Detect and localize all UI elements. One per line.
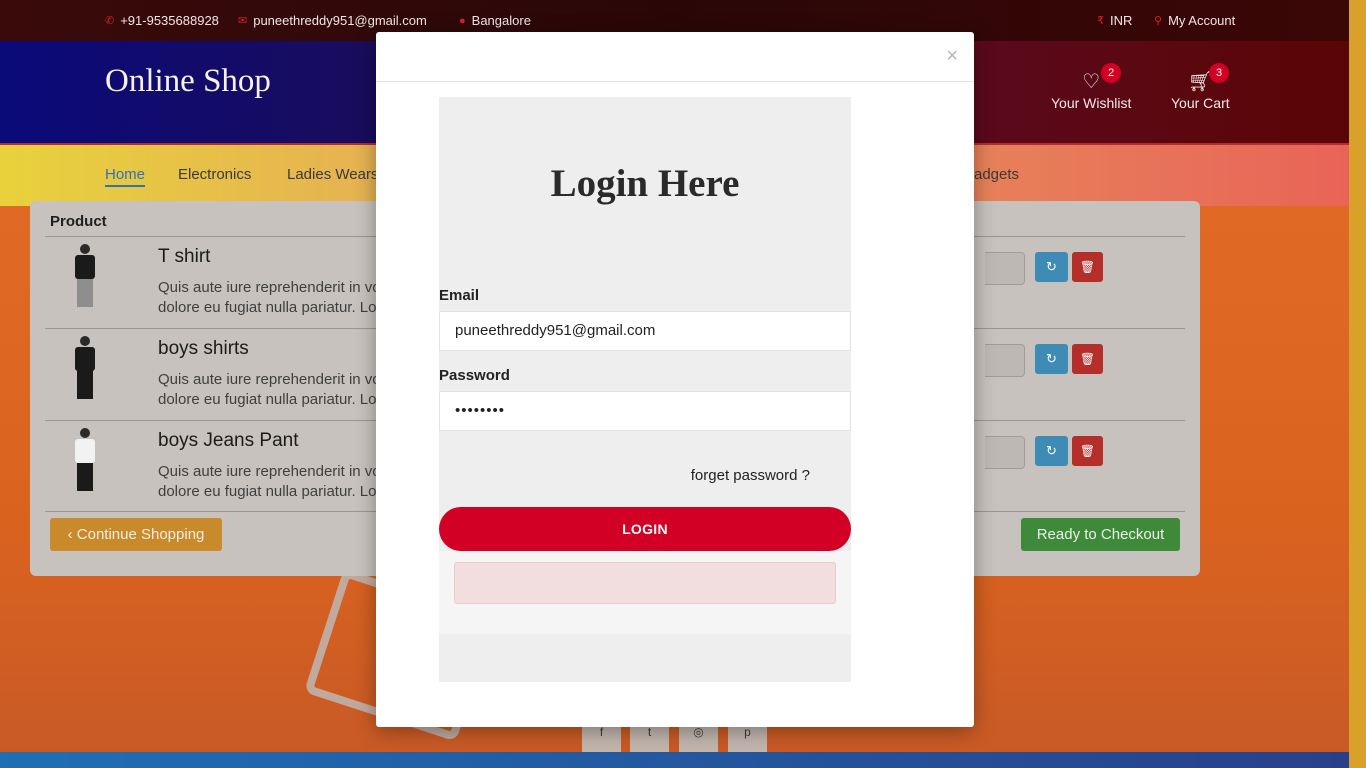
email-label: Email — [439, 287, 480, 304]
forget-password-link[interactable]: forget password ? — [691, 467, 810, 484]
login-title: Login Here — [550, 162, 740, 205]
close-icon[interactable]: × — [946, 45, 958, 68]
message-area — [439, 551, 851, 634]
email-field[interactable]: puneethreddy951@gmail.com — [439, 311, 851, 351]
login-button[interactable]: LOGIN — [439, 507, 851, 551]
password-label: Password — [439, 367, 510, 384]
modal-header: × — [376, 32, 974, 82]
password-field[interactable]: •••••••• — [439, 391, 851, 431]
login-form: Login Here Email puneethreddy951@gmail.c… — [439, 97, 851, 682]
error-alert-box — [454, 562, 836, 604]
login-modal: × Login Here Email puneethreddy951@gmail… — [376, 32, 974, 727]
